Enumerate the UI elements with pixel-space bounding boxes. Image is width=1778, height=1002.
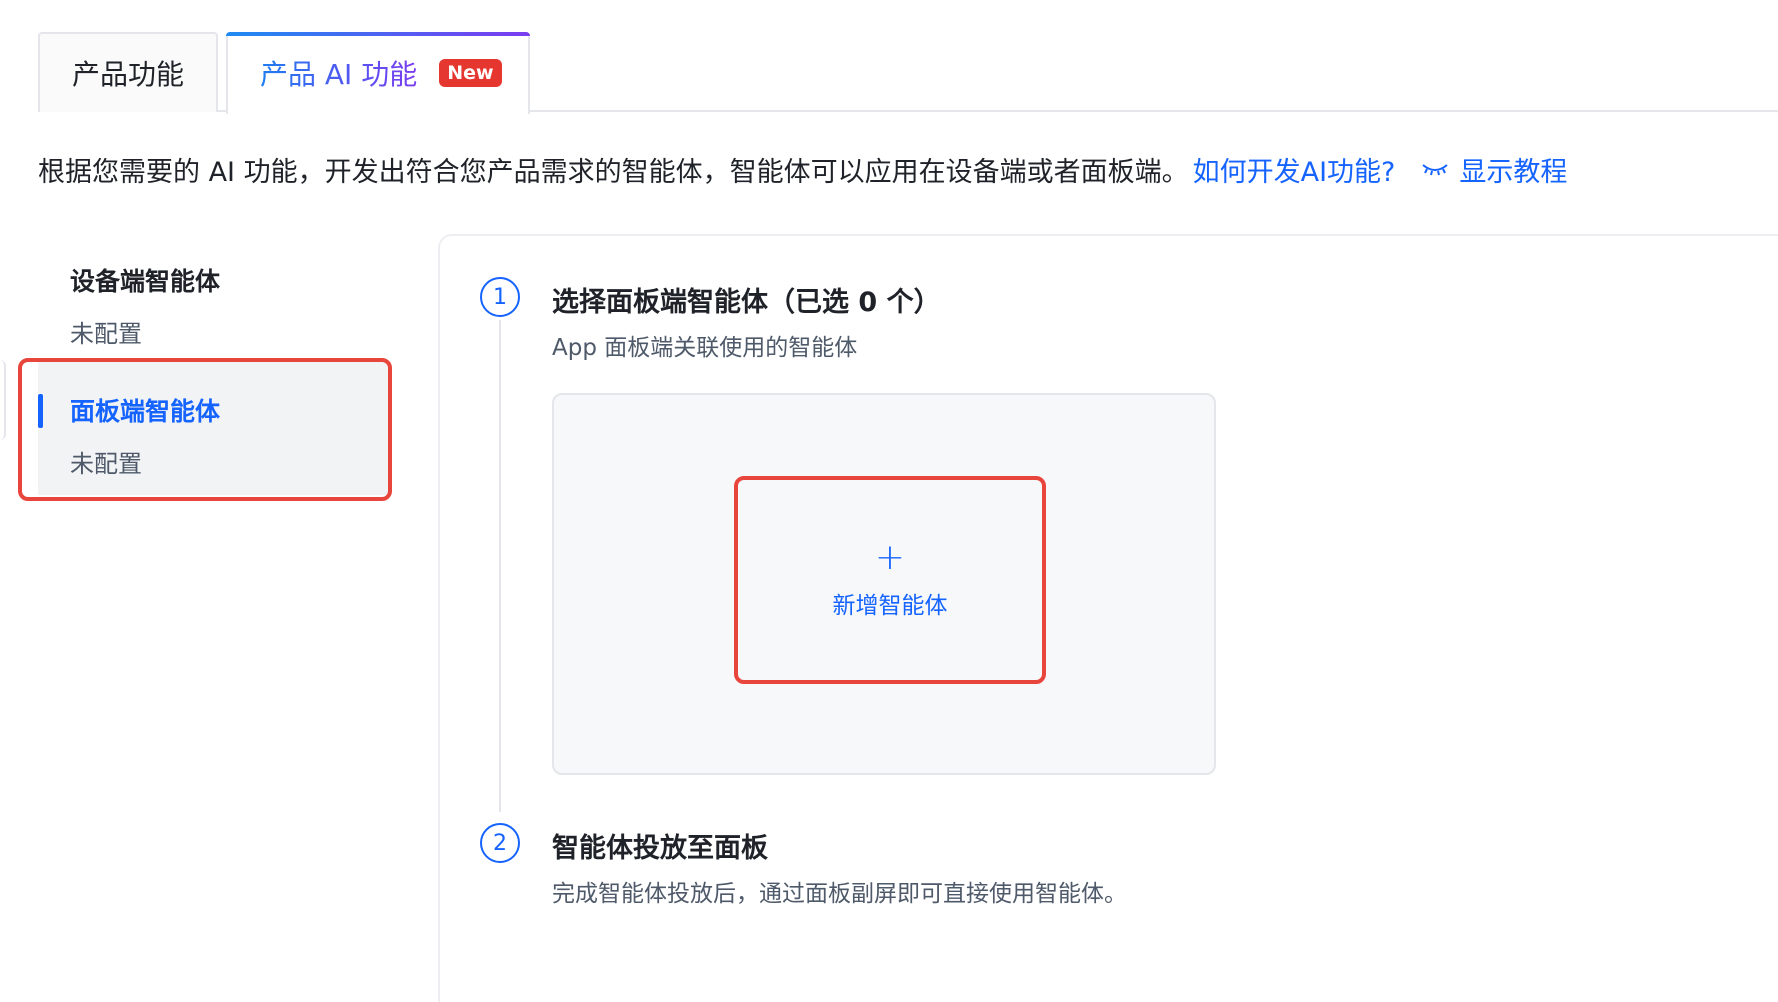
step-number-2: 2 [480, 823, 520, 863]
how-to-develop-link[interactable]: 如何开发AI功能? [1193, 150, 1396, 189]
sidebar-item-panel-agent[interactable]: 面板端智能体 未配置 [38, 362, 388, 495]
step-title-1: 选择面板端智能体（已选 0 个） [552, 287, 941, 318]
tab-product-features[interactable]: 产品功能 [38, 32, 218, 112]
tutorial-label: 显示教程 [1459, 157, 1568, 188]
description: 根据您需要的 AI 功能，开发出符合您产品需求的智能体，智能体可以应用在设备端或… [38, 150, 1567, 189]
tab-product-ai-features[interactable]: 产品 AI 功能 New [226, 32, 530, 114]
sidebar-item-device-agent[interactable]: 设备端智能体 未配置 [38, 262, 388, 349]
new-badge: New [439, 59, 502, 87]
step-desc-1: App 面板端关联使用的智能体 [552, 335, 858, 361]
sidebar-edge [0, 360, 6, 440]
step-connector [499, 320, 501, 812]
description-text: 根据您需要的 AI 功能，开发出符合您产品需求的智能体，智能体可以应用在设备端或… [38, 157, 1189, 188]
page: 产品功能 产品 AI 功能 New 根据您需要的 AI 功能，开发出符合您产品需… [0, 0, 1778, 1002]
step-number-1: 1 [480, 277, 520, 317]
show-tutorial-button[interactable]: 显示教程 [1421, 150, 1567, 189]
tab-label: 产品 AI 功能 [260, 53, 417, 93]
plus-icon: + [874, 537, 906, 578]
sidebar-item-status: 未配置 [70, 450, 142, 478]
sidebar-item-status: 未配置 [70, 320, 142, 348]
add-agent-button[interactable]: + 新增智能体 [740, 482, 1040, 678]
step-title-2: 智能体投放至面板 [552, 833, 768, 864]
active-indicator [38, 394, 43, 428]
add-agent-label: 新增智能体 [832, 593, 948, 619]
eye-closed-icon [1422, 163, 1449, 175]
step-desc-2: 完成智能体投放后，通过面板副屏即可直接使用智能体。 [552, 881, 1127, 907]
sidebar-item-title: 面板端智能体 [70, 397, 221, 426]
sidebar-item-title: 设备端智能体 [70, 267, 221, 296]
tab-label: 产品功能 [71, 58, 184, 91]
